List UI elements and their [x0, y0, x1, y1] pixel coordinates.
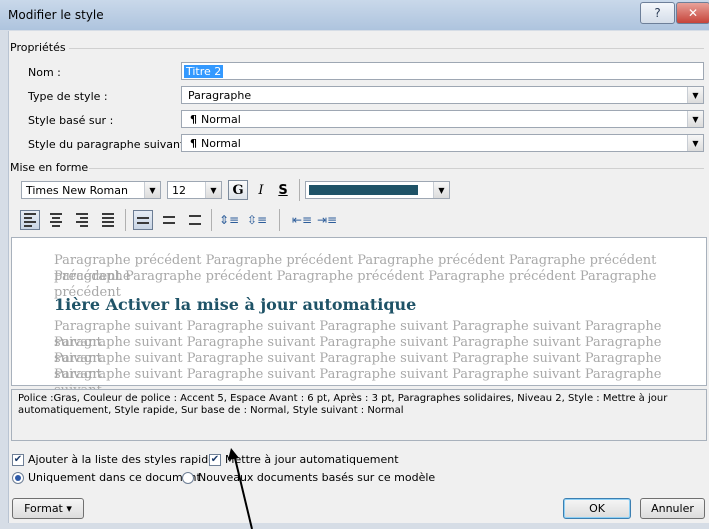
- decrease-spacing-before-icon[interactable]: ⇳≡: [247, 210, 267, 230]
- italic-button[interactable]: I: [251, 180, 271, 200]
- new-documents-radio[interactable]: [182, 472, 194, 484]
- add-quick-style-checkbox[interactable]: ✔: [12, 454, 24, 466]
- nom-input[interactable]: Titre 2: [181, 62, 704, 80]
- format-button[interactable]: Format ▾: [12, 498, 84, 519]
- nom-label: Nom :: [28, 66, 61, 79]
- decrease-indent-icon[interactable]: ⇤≡: [292, 210, 312, 230]
- help-button[interactable]: ?: [640, 2, 675, 24]
- font-value: Times New Roman: [26, 183, 128, 197]
- align-right-button[interactable]: [72, 210, 92, 230]
- base-label: Style basé sur :: [28, 114, 114, 127]
- justify-button[interactable]: [98, 210, 118, 230]
- annotation-arrow: [228, 448, 253, 529]
- base-value: Normal: [201, 112, 241, 126]
- align-center-button[interactable]: [46, 210, 66, 230]
- base-select[interactable]: ¶ Normal ▼: [181, 110, 704, 128]
- size-select[interactable]: 12 ▼: [167, 181, 222, 199]
- cancel-button[interactable]: Annuler: [640, 498, 705, 519]
- increase-spacing-before-icon[interactable]: ⇕≡: [219, 210, 239, 230]
- pilcrow-icon: ¶: [190, 112, 197, 126]
- ok-button[interactable]: OK: [563, 498, 631, 519]
- type-label: Type de style :: [28, 90, 108, 103]
- preview-heading: 1ière Activer la mise à jour automatique: [54, 295, 417, 314]
- auto-update-checkbox[interactable]: ✔: [209, 454, 221, 466]
- suivant-label: Style du paragraphe suivant :: [28, 138, 192, 151]
- only-this-document-radio[interactable]: [12, 472, 24, 484]
- title-bar: Modifier le style ? ✕: [0, 0, 709, 30]
- divider: [89, 168, 704, 169]
- pilcrow-icon: ¶: [190, 136, 197, 150]
- divider: [211, 209, 212, 231]
- chevron-down-icon[interactable]: ▼: [687, 111, 703, 127]
- only-this-document-label: Uniquement dans ce document: [28, 471, 201, 484]
- proprietes-group-label: Propriétés: [10, 41, 66, 54]
- divider: [69, 48, 704, 49]
- suivant-select[interactable]: ¶ Normal ▼: [181, 134, 704, 152]
- increase-indent-icon[interactable]: ⇥≡: [317, 210, 337, 230]
- divider: [125, 209, 126, 231]
- chevron-down-icon[interactable]: ▼: [687, 135, 703, 151]
- chevron-down-icon[interactable]: ▼: [144, 182, 160, 198]
- suivant-value: Normal: [201, 136, 241, 150]
- style-description: Police :Gras, Couleur de police : Accent…: [11, 389, 707, 441]
- chevron-down-icon[interactable]: ▼: [687, 87, 703, 103]
- window-title: Modifier le style: [8, 8, 104, 22]
- chevron-down-icon[interactable]: ▼: [433, 182, 449, 198]
- style-preview: Paragraphe précédent Paragraphe précéden…: [11, 237, 707, 398]
- align-left-button[interactable]: [20, 210, 40, 230]
- nom-value: Titre 2: [184, 64, 224, 78]
- size-value: 12: [172, 183, 186, 197]
- divider: [279, 209, 280, 231]
- divider: [299, 179, 300, 201]
- mise-en-forme-group-label: Mise en forme: [10, 161, 89, 174]
- type-value: Paragraphe: [188, 88, 252, 102]
- one-half-spacing-button[interactable]: [159, 210, 179, 230]
- underline-button[interactable]: S: [273, 180, 293, 200]
- add-quick-style-label: Ajouter à la liste des styles rapides: [28, 453, 221, 466]
- color-swatch: [309, 185, 418, 195]
- font-color-select[interactable]: ▼: [305, 181, 450, 199]
- bold-button[interactable]: G: [228, 180, 248, 200]
- modify-style-dialog: Propriétés Nom : Titre 2 Type de style :…: [8, 31, 709, 523]
- close-button[interactable]: ✕: [676, 2, 709, 24]
- font-select[interactable]: Times New Roman ▼: [21, 181, 161, 199]
- double-spacing-button[interactable]: [185, 210, 205, 230]
- chevron-down-icon[interactable]: ▼: [205, 182, 221, 198]
- type-select[interactable]: Paragraphe ▼: [181, 86, 704, 104]
- single-spacing-button[interactable]: [133, 210, 153, 230]
